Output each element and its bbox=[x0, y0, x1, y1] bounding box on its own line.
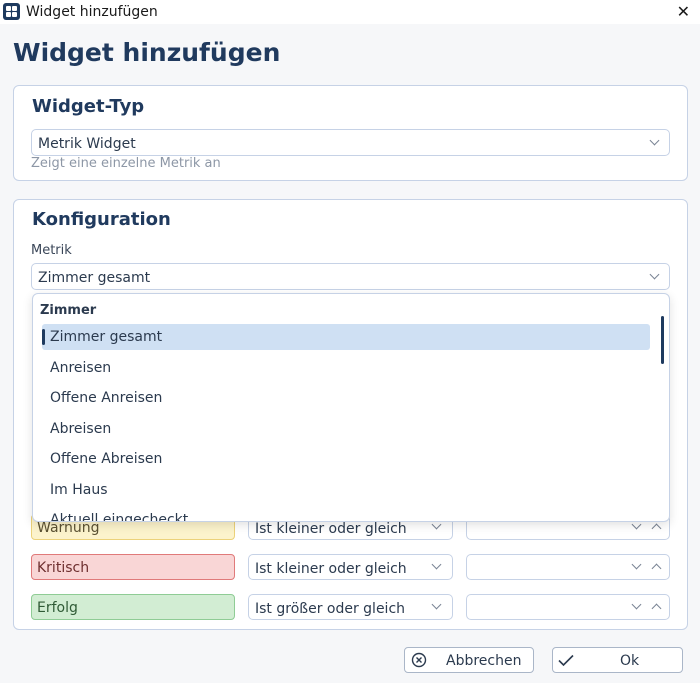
widget-type-value: Metrik Widget bbox=[38, 136, 136, 152]
threshold-critical-value[interactable] bbox=[466, 554, 670, 580]
threshold-success-value[interactable] bbox=[466, 594, 670, 620]
threshold-critical-operator[interactable]: Ist kleiner oder gleich bbox=[248, 554, 453, 580]
widget-type-title: Widget-Typ bbox=[32, 96, 145, 117]
dropdown-option[interactable]: Anreisen bbox=[42, 355, 650, 381]
dropdown-option[interactable]: Im Haus bbox=[42, 477, 650, 503]
ok-button[interactable]: Ok bbox=[552, 647, 683, 673]
dropdown-scrollbar[interactable] bbox=[661, 316, 664, 364]
widget-type-hint: Zeigt eine einzelne Metrik an bbox=[31, 156, 221, 171]
chevron-up-icon[interactable] bbox=[651, 603, 662, 614]
cancel-label: Abbrechen bbox=[446, 653, 522, 669]
chevron-up-icon[interactable] bbox=[651, 563, 662, 574]
metric-value: Zimmer gesamt bbox=[38, 270, 151, 286]
chevron-down-icon[interactable] bbox=[631, 599, 642, 610]
dropdown-option[interactable]: Abreisen bbox=[42, 416, 650, 442]
chevron-up-icon[interactable] bbox=[651, 523, 662, 534]
widgets-icon bbox=[3, 3, 20, 20]
metric-label: Metrik bbox=[31, 243, 72, 258]
configuration-title: Konfiguration bbox=[32, 209, 171, 230]
dropdown-option[interactable]: Aktuell eingecheckt bbox=[42, 507, 650, 521]
ok-label: Ok bbox=[620, 653, 640, 669]
chevron-down-icon[interactable] bbox=[631, 559, 642, 570]
dropdown-group-header: Zimmer bbox=[40, 303, 97, 318]
chevron-down-icon bbox=[649, 135, 660, 146]
circle-x-icon bbox=[411, 652, 427, 668]
dropdown-option[interactable]: Zimmer gesamt bbox=[42, 324, 650, 350]
widget-type-select[interactable]: Metrik Widget bbox=[31, 129, 670, 156]
checkmark-icon bbox=[558, 654, 574, 667]
page-title: Widget hinzufügen bbox=[13, 38, 281, 67]
threshold-success-label: Erfolg bbox=[31, 594, 235, 620]
metric-dropdown: Zimmer Zimmer gesamt Anreisen Offene Anr… bbox=[32, 293, 670, 522]
dropdown-option[interactable]: Offene Anreisen bbox=[42, 385, 650, 411]
chevron-down-icon bbox=[431, 599, 442, 610]
title-bar: Widget hinzufügen ✕ bbox=[0, 0, 700, 24]
window-title: Widget hinzufügen bbox=[26, 4, 158, 20]
threshold-success-operator[interactable]: Ist größer oder gleich bbox=[248, 594, 453, 620]
dropdown-option[interactable]: Offene Abreisen bbox=[42, 446, 650, 472]
chevron-down-icon bbox=[649, 269, 660, 280]
metric-select[interactable]: Zimmer gesamt bbox=[31, 263, 670, 290]
chevron-down-icon bbox=[431, 559, 442, 570]
close-icon[interactable]: ✕ bbox=[677, 2, 690, 21]
threshold-critical-label: Kritisch bbox=[31, 554, 235, 580]
cancel-button[interactable]: Abbrechen bbox=[404, 647, 534, 673]
